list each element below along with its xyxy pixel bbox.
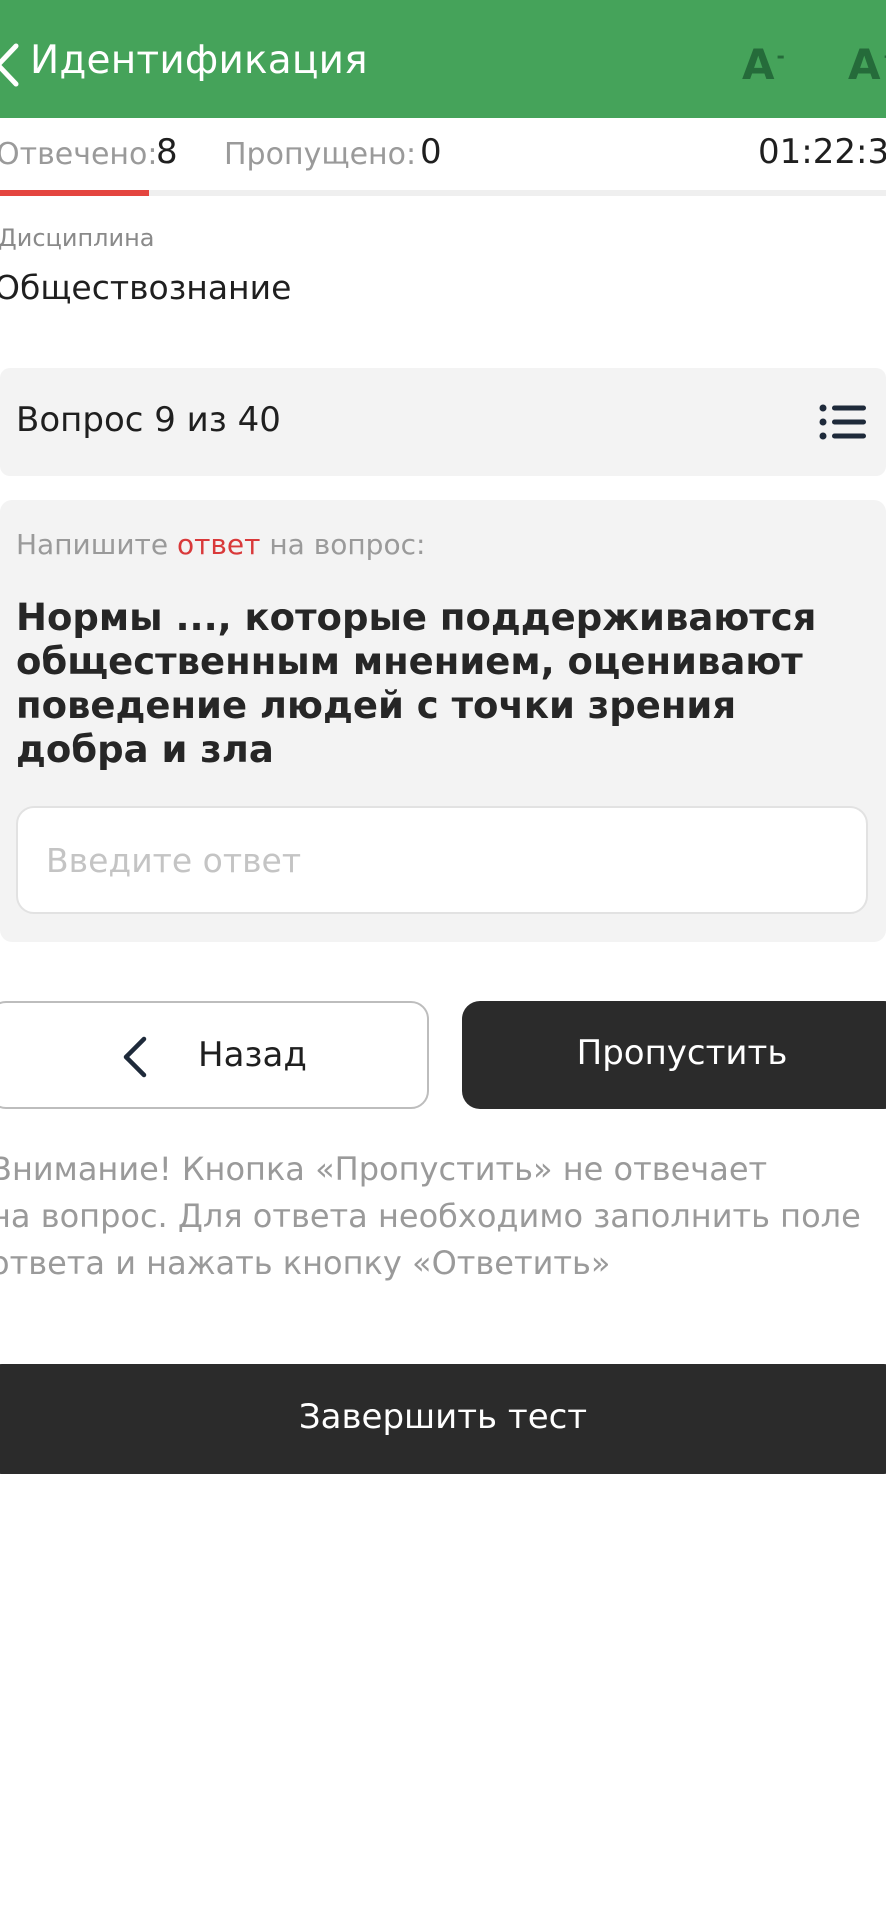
font-decrease-button[interactable]: A- [742,40,785,89]
page-title: Идентификация [30,38,368,83]
finish-test-label: Завершить тест [298,1397,588,1437]
back-button-label: Назад [198,1035,307,1075]
back-button[interactable]: Назад [0,1001,429,1109]
font-decrease-mark: - [776,44,785,68]
skip-button[interactable]: Пропустить [462,1001,886,1109]
answer-input[interactable] [16,806,868,914]
question-text: Нормы ..., которые поддерживаются общест… [16,596,817,771]
warning-line: на вопрос. Для ответа необходимо заполни… [0,1197,861,1235]
instruction-accent: ответ [176,528,261,561]
answered-label: Отвечено: [0,137,158,172]
back-arrow-icon[interactable] [0,40,26,90]
question-instruction: Напишите ответ на вопрос: [16,528,425,561]
warning-line: ответа и нажать кнопку «Ответить» [0,1244,611,1282]
font-decrease-label: A [742,40,775,89]
instruction-text: Напишите [16,528,177,561]
discipline-value: Обществознание [0,268,292,307]
answered-count: 8 [156,132,178,172]
list-icon[interactable] [818,402,868,442]
skipped-count: 0 [420,132,442,172]
discipline-label: Дисциплина [0,224,155,252]
progress-fill [0,190,149,196]
chevron-left-icon [123,1036,147,1078]
skip-button-label: Пропустить [576,1033,788,1073]
skip-warning: Внимание! Кнопка «Пропустить» не отвечае… [0,1146,886,1287]
skipped-label: Пропущено: [224,137,417,172]
font-increase-mark: + [883,44,886,68]
finish-test-button[interactable]: Завершить тест [0,1364,886,1474]
font-increase-button[interactable]: A+ [848,40,886,89]
question-counter: Вопрос 9 из 40 [16,400,281,440]
font-increase-label: A [848,40,881,89]
warning-line: Внимание! Кнопка «Пропустить» не отвечае… [0,1150,768,1188]
instruction-text-end: на вопрос: [260,528,426,561]
timer: 01:22:32 [758,132,886,172]
